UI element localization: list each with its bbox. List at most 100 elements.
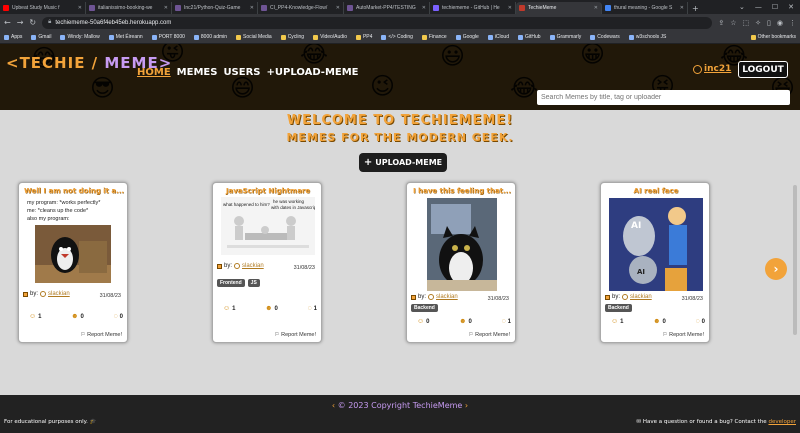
tag-badge[interactable]: Backend [605, 304, 632, 312]
like-button[interactable]: ☺ 1 [29, 313, 42, 320]
profile-icon[interactable]: ◉ [777, 19, 783, 27]
nav-memes[interactable]: MEMES [177, 67, 218, 78]
chevron-down-icon[interactable]: ⌄ [739, 3, 745, 11]
bookmark-item[interactable]: Codewars [590, 34, 620, 40]
meme-card[interactable]: AI real face AI AI by: slackian 31/08/23… [600, 182, 710, 343]
star-icon[interactable]: ☆ [730, 19, 736, 27]
laugh-button[interactable]: ☻ 0 [265, 305, 278, 312]
comment-button[interactable]: ◌ 1 [501, 318, 511, 325]
nav-users[interactable]: USERS [223, 67, 260, 78]
laugh-button[interactable]: ☻ 0 [71, 313, 84, 320]
close-tab-icon[interactable]: ✕ [336, 5, 340, 11]
comment-button[interactable]: ◌ 1 [307, 305, 317, 312]
meme-image[interactable] [35, 225, 111, 283]
bookmark-item[interactable]: Apps [4, 34, 22, 40]
laugh-button[interactable]: ☻ 0 [459, 318, 472, 325]
bookmark-item[interactable]: </> Coding [381, 34, 413, 40]
close-tab-icon[interactable]: ✕ [680, 5, 684, 11]
tag-badge[interactable]: JS [247, 279, 260, 287]
browser-tab[interactable]: techiememe - GitHub | He ✕ [430, 2, 516, 14]
close-tab-icon[interactable]: ✕ [508, 5, 512, 11]
browser-tab[interactable]: CI_PP4-Knowledge-Flow/✕ [258, 2, 344, 14]
sidebar-icon[interactable]: ▯ [767, 19, 771, 27]
close-tab-icon[interactable]: ✕ [164, 5, 168, 11]
bookmark-item[interactable]: w3schools JS [628, 34, 666, 40]
browser-tab[interactable]: Upbeat Study Music f ✕ [0, 2, 86, 14]
nav-home[interactable]: HOME [137, 67, 171, 78]
laugh-button[interactable]: ☻ 0 [653, 318, 666, 325]
tag-badge[interactable]: Backend [411, 304, 438, 312]
other-bookmarks[interactable]: Other bookmarks [750, 34, 796, 40]
browser-tab-active[interactable]: TechieMeme ✕ [516, 2, 602, 14]
meme-card[interactable]: Well I am not doing it a... my program: … [18, 182, 128, 343]
bookmark-item[interactable]: 8000 admin [193, 34, 227, 40]
tag-badge[interactable]: Frontend [217, 279, 245, 287]
developer-link[interactable]: developer [768, 419, 796, 425]
meme-title[interactable]: Well I am not doing it a... [19, 187, 129, 195]
report-meme-link[interactable]: ⚐ Report Meme! [469, 332, 510, 338]
report-meme-link[interactable]: ⚐ Report Meme! [275, 332, 316, 338]
bookmark-item[interactable]: Google [455, 34, 479, 40]
report-meme-link[interactable]: ⚐ Report Meme! [81, 332, 122, 338]
share-icon[interactable]: ⇪ [718, 19, 724, 27]
search-input[interactable] [537, 90, 790, 105]
report-meme-link[interactable]: ⚐ Report Meme! [663, 332, 704, 338]
bookmark-item[interactable]: PP4 [355, 34, 372, 40]
bookmark-item[interactable]: Finance [421, 34, 447, 40]
like-button[interactable]: ☺ 1 [223, 305, 236, 312]
like-button[interactable]: ☺ 0 [417, 318, 430, 325]
comment-button[interactable]: ◌ 0 [113, 313, 123, 320]
menu-icon[interactable]: ⋮ [789, 19, 796, 27]
bookmark-item[interactable]: iCloud [487, 34, 509, 40]
bookmark-item[interactable]: Met Éireann [108, 34, 143, 40]
browser-tab[interactable]: Inc21/Python-Quiz-Game ✕ [172, 2, 258, 14]
close-tab-icon[interactable]: ✕ [422, 5, 426, 11]
close-tab-icon[interactable]: ✕ [594, 5, 598, 11]
page-scrollbar[interactable] [793, 185, 797, 335]
comment-button[interactable]: ◌ 0 [695, 318, 705, 325]
browser-tab[interactable]: thural meaning - Google S ✕ [602, 2, 688, 14]
bookmark-item[interactable]: Windy: Mallow [60, 34, 100, 40]
meme-card[interactable]: JavaScript Nightmare what happened to hi… [212, 182, 322, 343]
back-icon[interactable]: ← [4, 18, 11, 27]
meme-image[interactable] [427, 198, 497, 291]
bookmark-item[interactable]: Grammarly [549, 34, 581, 40]
url-input[interactable]: 🔒︎ techiememe-50a6f4eb45eb.herokuapp.com [42, 16, 713, 29]
meme-tags: Backend [411, 304, 438, 312]
forward-icon[interactable]: → [17, 18, 24, 27]
browser-tab[interactable]: AutoMarket-PP4/TESTING ✕ [344, 2, 430, 14]
minimize-icon[interactable]: — [755, 3, 762, 11]
author-link[interactable]: slackian [242, 263, 264, 269]
meme-image[interactable]: AI AI [609, 198, 703, 291]
like-button[interactable]: ☺ 1 [611, 318, 624, 325]
maximize-icon[interactable]: ☐ [772, 3, 778, 11]
puzzle-icon[interactable]: ✧ [755, 19, 761, 27]
bookmark-item[interactable]: Social Media [236, 34, 272, 40]
nav-upload-meme[interactable]: +UPLOAD-MEME [267, 67, 359, 78]
browser-tab[interactable]: italianissimo-booking-we ✕ [86, 2, 172, 14]
reload-icon[interactable]: ↻ [29, 18, 36, 27]
meme-card[interactable]: I have this feeling that... by: slackian… [406, 182, 516, 343]
carousel-next-button[interactable]: › [765, 258, 787, 280]
meme-image[interactable]: what happened to him? he was working wit… [221, 197, 315, 255]
bookmark-item[interactable]: Gmail [31, 34, 51, 40]
meme-title[interactable]: I have this feeling that... [407, 187, 517, 195]
bookmark-item[interactable]: Cycling [280, 34, 304, 40]
logout-button[interactable]: LOGOUT [738, 61, 788, 78]
close-tab-icon[interactable]: ✕ [78, 5, 82, 11]
bookmark-item[interactable]: Video/Audio [313, 34, 347, 40]
author-link[interactable]: slackian [436, 294, 458, 300]
bookmark-item[interactable]: PORT 8000 [151, 34, 185, 40]
user-profile-link[interactable]: inc21 [693, 64, 731, 74]
upload-meme-button[interactable]: + UPLOAD-MEME [359, 153, 447, 172]
close-icon[interactable]: ✕ [788, 3, 794, 11]
meme-title[interactable]: JavaScript Nightmare [213, 187, 323, 195]
close-tab-icon[interactable]: ✕ [250, 5, 254, 11]
new-tab-icon[interactable]: + [688, 2, 703, 14]
author-link[interactable]: slackian [630, 294, 652, 300]
author-link[interactable]: slackian [48, 291, 70, 297]
penguin-image [35, 237, 111, 283]
bookmark-item[interactable]: GitHub [518, 34, 541, 40]
extension-icon[interactable]: ⬚ [743, 19, 750, 27]
meme-title[interactable]: AI real face [601, 187, 711, 195]
